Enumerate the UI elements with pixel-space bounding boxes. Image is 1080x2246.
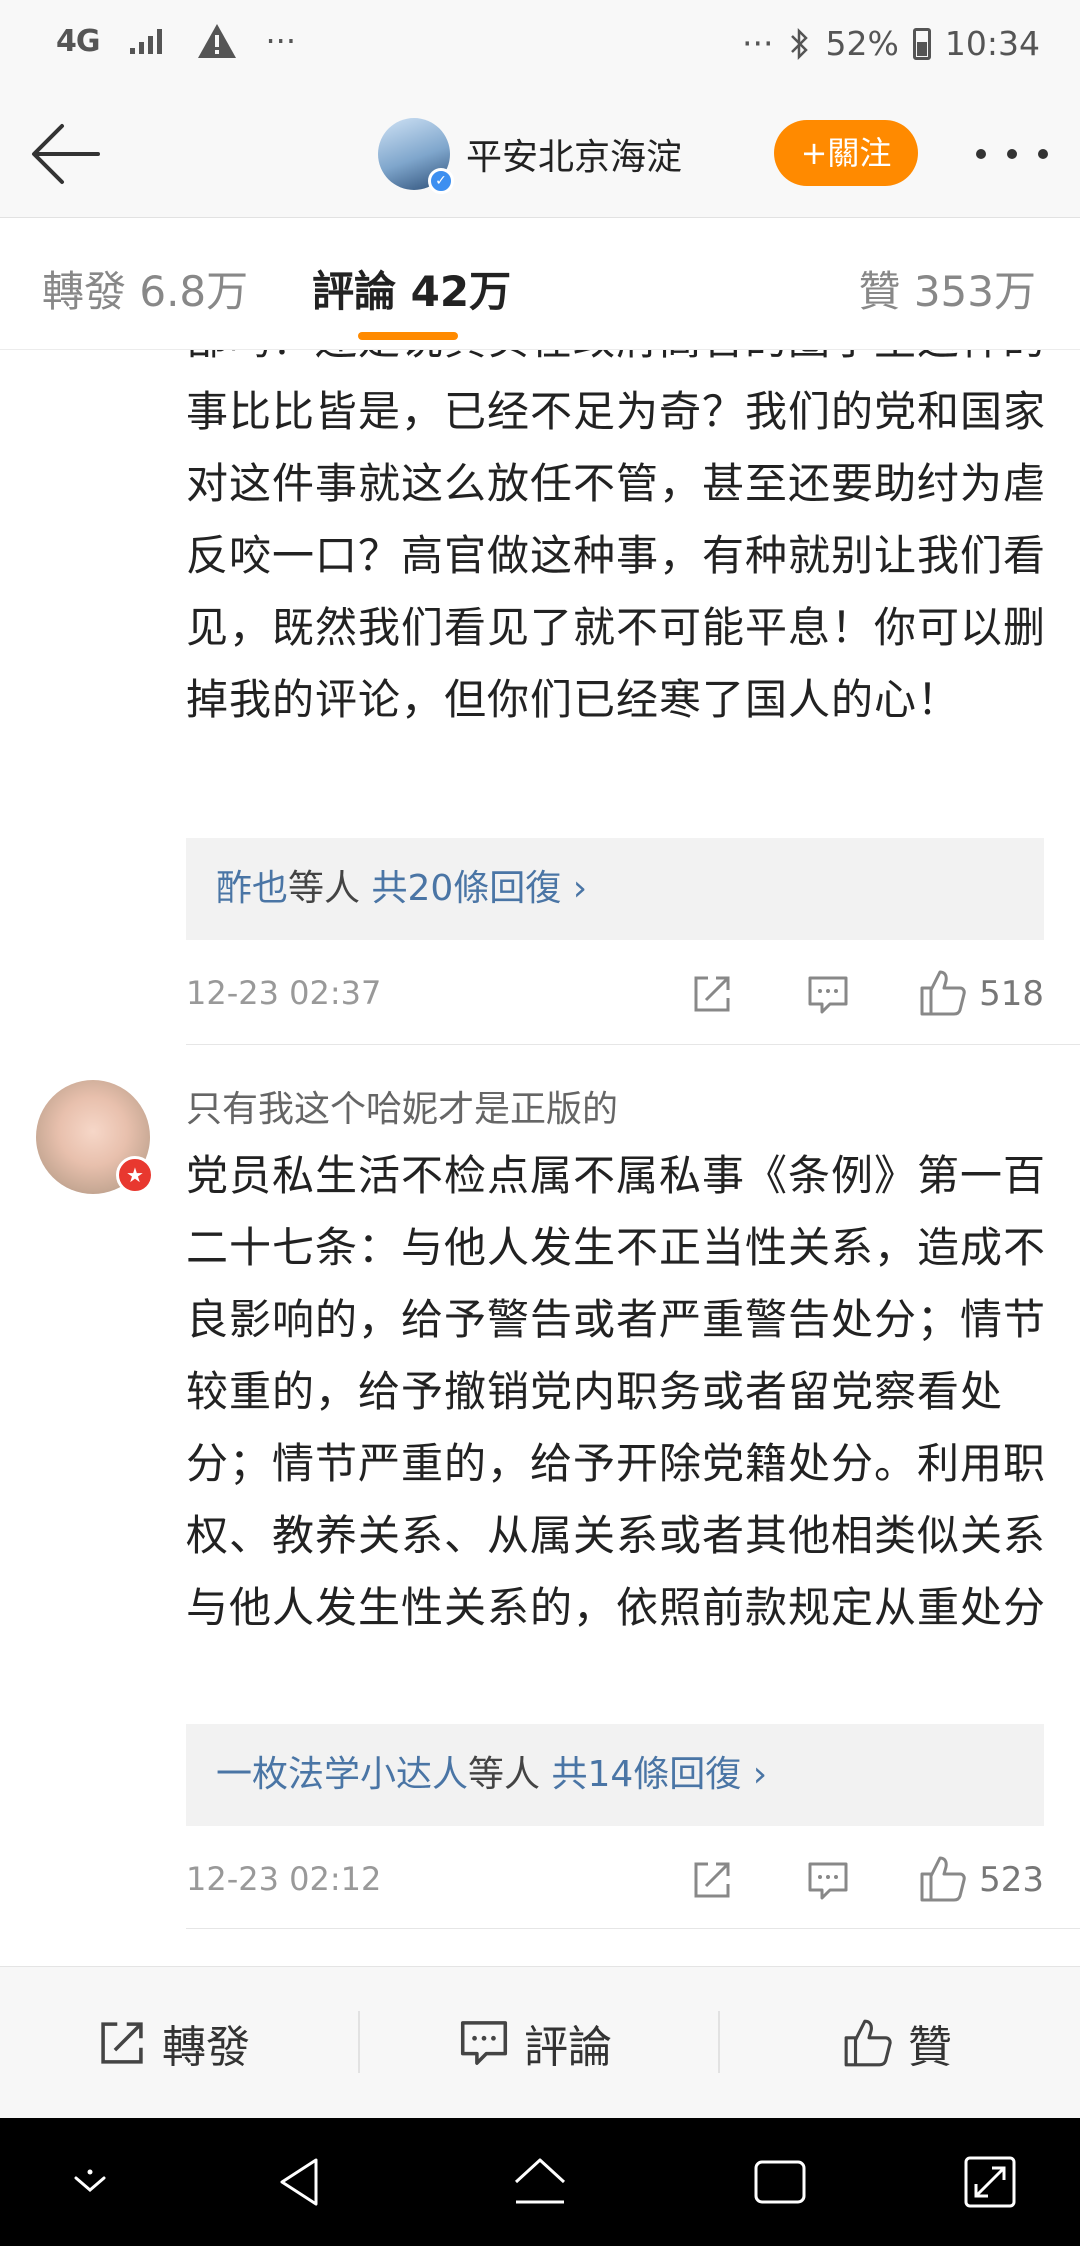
account-name[interactable]: 平安北京海淀 <box>466 128 682 180</box>
follow-button[interactable]: +關注 <box>774 120 918 186</box>
comment-divider <box>186 1928 1080 1929</box>
reply-user[interactable]: 酢也 <box>216 868 288 909</box>
signal-icon <box>129 29 162 54</box>
comment-list[interactable]: 部吗？还是说真实在政府高官的圈子里这样的事比比皆是，已经不足为奇？我们的党和国家… <box>0 350 1080 1966</box>
active-tab-indicator <box>358 332 458 340</box>
commenter-username[interactable]: 只有我这个哈妮才是正版的 <box>186 1080 618 1132</box>
network-type: 4G <box>56 23 100 59</box>
clock: 10:34 <box>944 24 1040 63</box>
comment-time: 12-23 02:37 <box>186 974 382 1012</box>
tab-reposts[interactable]: 轉發 6.8万 <box>42 258 248 319</box>
comment-icon[interactable] <box>806 1860 850 1902</box>
comment-icon <box>460 2021 508 2065</box>
status-right: ··· 52% 10:34 <box>742 24 1040 63</box>
nav-expand-icon[interactable] <box>958 2152 1022 2212</box>
warning-icon <box>197 24 236 58</box>
nav-recents-icon[interactable] <box>748 2152 812 2212</box>
reply-mid-text: 等人 <box>288 868 361 909</box>
status-dots: ··· <box>742 24 774 63</box>
comment-button[interactable]: 評論 <box>458 2011 612 2075</box>
reply-count[interactable]: 共20條回復 › <box>371 868 587 909</box>
share-icon[interactable] <box>690 1858 734 1902</box>
dot-icon <box>976 149 986 159</box>
comment-icon[interactable] <box>806 974 850 1016</box>
repost-label: 轉發 <box>162 2022 250 2073</box>
action-separator <box>718 2011 720 2073</box>
thumbs-up-icon[interactable] <box>918 968 968 1018</box>
repost-button[interactable]: 轉發 <box>96 2011 250 2075</box>
comment-time: 12-23 02:12 <box>186 1860 382 1898</box>
nav-home-icon[interactable] <box>508 2152 572 2212</box>
thumbs-up-icon[interactable] <box>918 1854 968 1904</box>
comment-meta: 12-23 02:12 523 <box>186 1850 1044 1910</box>
tab-likes[interactable]: 贊 353万 <box>858 258 1036 319</box>
like-count: 518 <box>979 974 1044 1014</box>
comment-divider <box>186 1044 1080 1045</box>
reply-user[interactable]: 一枚法学小达人 <box>216 1754 468 1795</box>
notification-more: ··· <box>265 22 297 60</box>
back-arrow-icon[interactable] <box>28 118 104 190</box>
like-button[interactable]: 贊 <box>842 2011 952 2075</box>
comment-label: 評論 <box>524 2022 612 2073</box>
share-icon[interactable] <box>690 972 734 1016</box>
more-options-icon[interactable] <box>976 134 1048 174</box>
comment-body: 党员私生活不检点属不属私事《条例》第一百二十七条：与他人发生不正当性关系，造成不… <box>186 1151 1047 1632</box>
repost-icon <box>101 2022 143 2064</box>
commenter-avatar[interactable]: ★ <box>36 1080 154 1194</box>
tab-comments[interactable]: 評論 42万 <box>312 258 511 319</box>
comment-meta: 12-23 02:37 518 <box>186 964 1044 1024</box>
tab-bar: 轉發 6.8万 評論 42万 贊 353万 <box>0 218 1080 350</box>
action-separator <box>358 2011 360 2073</box>
bluetooth-icon <box>790 27 808 60</box>
like-count: 523 <box>979 1860 1044 1900</box>
thumbs-up-icon <box>844 2019 892 2067</box>
reply-count[interactable]: 共14條回復 › <box>551 1754 767 1795</box>
replies-summary[interactable]: 酢也等人 共20條回復 › <box>186 838 1044 940</box>
status-bar: 4G ··· ··· 52% 10:34 <box>0 0 1080 90</box>
like-label: 贊 <box>908 2022 952 2073</box>
comment-body: 部吗？还是说真实在政府高官的圈子里这样的事比比皆是，已经不足为奇？我们的党和国家… <box>186 350 1047 724</box>
battery-level: 52% <box>825 24 899 63</box>
reply-mid-text: 等人 <box>468 1754 541 1795</box>
dot-icon <box>1007 149 1017 159</box>
account-info[interactable]: ✓ 平安北京海淀 <box>378 118 682 194</box>
battery-icon <box>912 27 931 60</box>
system-nav-bar <box>0 2118 1080 2246</box>
top-header: ✓ 平安北京海淀 +關注 <box>0 90 1080 218</box>
dot-icon <box>1038 149 1048 159</box>
bottom-action-bar: 轉發 評論 贊 <box>0 1966 1080 2118</box>
chevron-down-icon[interactable] <box>58 2152 122 2212</box>
member-badge-icon: ★ <box>116 1156 154 1194</box>
account-avatar[interactable]: ✓ <box>378 118 454 194</box>
verified-badge-icon: ✓ <box>428 168 454 194</box>
status-left: 4G ··· <box>56 22 296 60</box>
nav-back-icon[interactable] <box>268 2152 332 2212</box>
replies-summary[interactable]: 一枚法学小达人等人 共14條回復 › <box>186 1724 1044 1826</box>
